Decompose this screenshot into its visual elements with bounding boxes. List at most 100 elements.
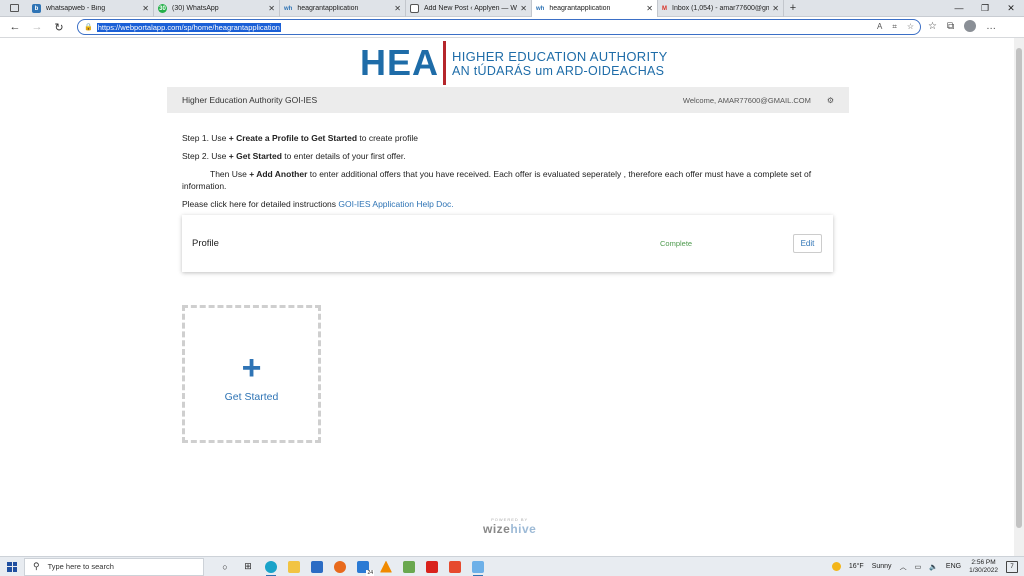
- tab-title: heagrantapplication: [297, 5, 359, 12]
- weather-condition[interactable]: Sunny: [872, 563, 892, 570]
- windows-taskbar: ⚲ Type here to search ○ ⊞ 24 16°F Sunny …: [0, 556, 1024, 576]
- clock-time: 2:56 PM: [971, 558, 996, 566]
- collections-icon[interactable]: ⧉: [947, 21, 954, 32]
- task-view-icon[interactable]: ⊞: [239, 559, 257, 575]
- vlc-icon[interactable]: [377, 559, 395, 575]
- close-tab-icon[interactable]: ✕: [142, 4, 149, 13]
- tab-actions-icon: [9, 4, 19, 12]
- edge-icon[interactable]: [262, 559, 280, 576]
- tab-actions-menu[interactable]: [0, 0, 28, 16]
- app-icon-green[interactable]: [400, 559, 418, 575]
- close-tab-icon[interactable]: ✕: [646, 4, 653, 13]
- bing-icon: b: [32, 4, 41, 13]
- acrobat-icon[interactable]: [423, 559, 441, 575]
- tab-whatsapp[interactable]: 30 (30) WhatsApp ✕: [154, 0, 280, 17]
- system-tray: 16°F Sunny ︿ ▭ 🔈 ENG 2:56 PM 1/30/2022 7: [831, 559, 1024, 575]
- gmail-icon: M: [662, 5, 667, 12]
- chevron-up-icon[interactable]: ︿: [900, 562, 907, 572]
- scrollbar-thumb[interactable]: [1016, 48, 1022, 528]
- page-scrollbar[interactable]: [1014, 38, 1024, 556]
- step-1-prefix: Step 1. Use: [182, 133, 229, 143]
- restore-icon[interactable]: ❐: [972, 0, 998, 16]
- get-started-label: Get Started: [224, 391, 279, 403]
- step-then: Then Use + Add Another to enter addition…: [182, 168, 822, 192]
- window-controls: — ❐ ✕: [946, 0, 1024, 16]
- language-indicator[interactable]: ENG: [946, 563, 961, 570]
- get-started-tile[interactable]: + Get Started: [182, 305, 321, 443]
- url-text[interactable]: https://webportalapp.com/sp/home/heagran…: [96, 22, 281, 32]
- step-2-prefix: Step 2. Use: [182, 151, 229, 161]
- whatsapp-icon: 30: [158, 4, 167, 13]
- app-icon-blue[interactable]: [469, 559, 487, 576]
- weather-sun-icon[interactable]: [831, 562, 841, 571]
- start-button[interactable]: [0, 561, 24, 572]
- favorite-star-icon[interactable]: ☆: [907, 22, 914, 32]
- status-badge: Complete: [660, 239, 693, 248]
- address-bar-icons: A ⌗ ☆: [877, 22, 914, 32]
- close-tab-icon[interactable]: ✕: [520, 4, 527, 13]
- gear-icon[interactable]: ⚙: [827, 96, 834, 105]
- mail-icon[interactable]: 24: [354, 559, 374, 576]
- volume-icon[interactable]: 🔈: [929, 563, 938, 571]
- file-explorer-icon[interactable]: [285, 559, 303, 575]
- logo-line-irish: AN tÚDARÁS um ARD-OIDEACHAS: [452, 63, 665, 78]
- help-prefix: Please click here for detailed instructi…: [182, 199, 339, 209]
- welcome-text: Welcome, AMAR77600@GMAIL.COM: [682, 95, 811, 105]
- taskbar-search[interactable]: ⚲ Type here to search: [24, 557, 204, 576]
- step-2: Step 2. Use + Get Started to enter detai…: [182, 150, 822, 162]
- help-line: Please click here for detailed instructi…: [182, 198, 822, 210]
- close-tab-icon[interactable]: ✕: [394, 4, 401, 13]
- tab-title: Inbox (1,054) - amar77600@gm: [672, 5, 770, 12]
- cortana-icon[interactable]: ○: [216, 559, 234, 575]
- hea-logo: HEA HIGHER EDUCATION AUTHORITY AN tÚDARÁ…: [360, 40, 668, 86]
- edit-profile-button[interactable]: Edit: [793, 234, 822, 253]
- close-tab-icon[interactable]: ✕: [772, 4, 779, 13]
- more-options-icon[interactable]: …: [986, 21, 996, 32]
- address-bar[interactable]: 🔒 https://webportalapp.com/sp/home/heagr…: [77, 19, 921, 35]
- wizehive-footer: POWERED BY wizehive: [483, 517, 536, 536]
- firefox-icon[interactable]: [331, 559, 349, 575]
- logo-line-english: HIGHER EDUCATION AUTHORITY: [452, 48, 668, 64]
- step-1-suffix: to create profile: [357, 133, 418, 143]
- notification-icon[interactable]: 7: [1006, 560, 1018, 573]
- org-name: Higher Education Authority GOI-IES: [182, 95, 318, 105]
- close-tab-icon[interactable]: ✕: [268, 4, 275, 13]
- close-window-icon[interactable]: ✕: [998, 0, 1024, 16]
- windows-logo-icon: [7, 561, 17, 572]
- tab-add-new-post[interactable]: Add New Post ‹ Applyen — Wor ✕: [406, 0, 532, 17]
- tab-heagrant-active[interactable]: wh heagrantapplication ✕: [532, 0, 658, 17]
- logo-mark: HEA: [360, 42, 440, 83]
- search-placeholder: Type here to search: [47, 562, 114, 571]
- wh-icon: wh: [536, 5, 545, 12]
- toolbar-right: ☆ ⧉ …: [928, 20, 996, 32]
- refresh-icon[interactable]: ↻: [48, 21, 70, 34]
- search-icon: ⚲: [33, 561, 40, 571]
- new-tab-button[interactable]: +: [784, 0, 802, 16]
- back-arrow-icon[interactable]: ←: [4, 21, 26, 33]
- forward-arrow-icon[interactable]: →: [26, 21, 48, 33]
- qr-code-icon[interactable]: ⌗: [892, 22, 897, 32]
- clock[interactable]: 2:56 PM 1/30/2022: [969, 559, 998, 575]
- network-icon[interactable]: ▭: [915, 563, 922, 571]
- anydesk-icon[interactable]: [446, 559, 464, 575]
- tab-gmail[interactable]: M Inbox (1,054) - amar77600@gm ✕: [658, 0, 784, 17]
- tab-title: heagrantapplication: [549, 5, 611, 12]
- step-2-suffix: to enter details of your first offer.: [281, 151, 406, 161]
- profile-title: Profile: [192, 238, 219, 249]
- brand-a: wize: [483, 522, 511, 536]
- help-doc-link[interactable]: GOI-IES Application Help Doc.: [338, 199, 453, 209]
- weather-temp[interactable]: 16°F: [849, 563, 864, 570]
- store-icon[interactable]: [308, 559, 326, 575]
- profile-avatar-icon[interactable]: [964, 20, 977, 32]
- instructions: Step 1. Use + Create a Profile to Get St…: [182, 132, 822, 216]
- tab-heagrant-1[interactable]: wh heagrantapplication ✕: [280, 0, 406, 17]
- browser-tab-strip: b whatsapweb - Bing ✕ 30 (30) WhatsApp ✕…: [0, 0, 1024, 17]
- then-action: + Add Another: [249, 169, 308, 179]
- minimize-icon[interactable]: —: [946, 0, 972, 16]
- step-1-action: + Create a Profile to Get Started: [228, 133, 358, 143]
- taskbar-apps: ○ ⊞ 24: [216, 559, 487, 576]
- favorites-icon[interactable]: ☆: [928, 21, 937, 32]
- tab-bing[interactable]: b whatsapweb - Bing ✕: [28, 0, 154, 17]
- read-aloud-icon[interactable]: A: [877, 22, 882, 32]
- clock-date: 1/30/2022: [969, 566, 998, 574]
